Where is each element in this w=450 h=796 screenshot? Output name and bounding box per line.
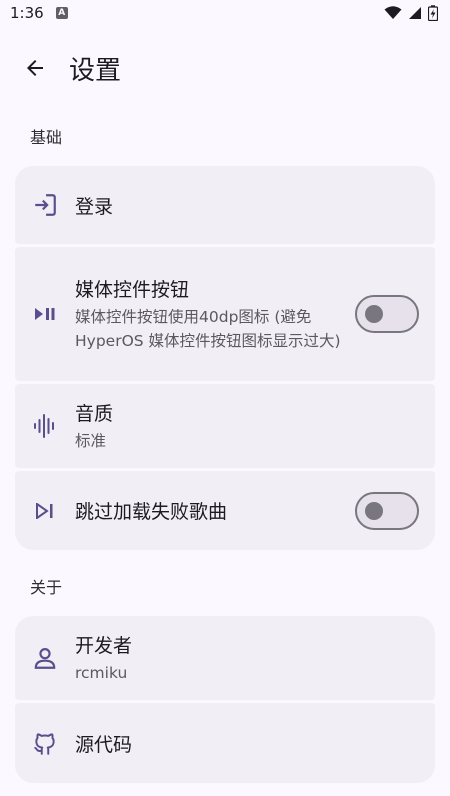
media-control-button-item[interactable]: 媒体控件按钮 媒体控件按钮使用40dp图标 (避免 HyperOS 媒体控件按钮… bbox=[15, 247, 435, 381]
play-pause-icon bbox=[31, 300, 59, 328]
github-icon bbox=[31, 729, 59, 757]
login-icon bbox=[31, 191, 59, 219]
skip-failed-songs-switch[interactable] bbox=[355, 491, 419, 530]
switch-knob bbox=[365, 501, 383, 520]
battery-icon bbox=[428, 5, 438, 21]
about-group: 开发者 rcmiku 源代码 bbox=[15, 616, 435, 783]
back-button[interactable] bbox=[11, 44, 59, 92]
status-bar: 1:36 A bbox=[0, 0, 450, 26]
source-code-item[interactable]: 源代码 bbox=[15, 703, 435, 783]
developer-title: 开发者 bbox=[75, 634, 133, 657]
sound-wave-icon bbox=[31, 412, 59, 440]
audio-quality-title: 音质 bbox=[75, 402, 114, 425]
media-control-title: 媒体控件按钮 bbox=[75, 279, 190, 302]
section-header-about: 关于 bbox=[30, 578, 63, 597]
audio-quality-value: 标准 bbox=[75, 431, 107, 450]
media-control-switch[interactable] bbox=[355, 295, 419, 333]
signal-icon bbox=[409, 7, 421, 19]
person-icon bbox=[31, 644, 59, 672]
media-control-description: 媒体控件按钮使用40dp图标 (避免 HyperOS 媒体控件按钮图标显示过大) bbox=[75, 308, 341, 350]
source-code-title: 源代码 bbox=[75, 733, 133, 756]
section-header-basic: 基础 bbox=[30, 128, 63, 147]
developer-name: rcmiku bbox=[75, 663, 128, 682]
arrow-back-icon bbox=[27, 60, 43, 76]
top-app-bar: 设置 bbox=[0, 40, 450, 96]
login-item[interactable]: 登录 bbox=[15, 166, 435, 244]
notification-a-icon: A bbox=[55, 7, 68, 19]
basic-settings-group: 登录 媒体控件按钮 媒体控件按钮使用40dp图标 (避免 HyperOS 媒体控… bbox=[15, 166, 435, 550]
developer-item[interactable]: 开发者 rcmiku bbox=[15, 616, 435, 700]
page-title: 设置 bbox=[69, 55, 122, 86]
wifi-icon bbox=[384, 6, 402, 19]
skip-failed-songs-item[interactable]: 跳过加载失败歌曲 bbox=[15, 471, 435, 550]
skip-next-icon bbox=[31, 497, 59, 525]
login-title: 登录 bbox=[75, 195, 114, 218]
skip-failed-songs-title: 跳过加载失败歌曲 bbox=[75, 501, 228, 523]
status-time: 1:36 bbox=[10, 4, 44, 22]
switch-knob bbox=[365, 305, 383, 323]
audio-quality-item[interactable]: 音质 标准 bbox=[15, 384, 435, 468]
